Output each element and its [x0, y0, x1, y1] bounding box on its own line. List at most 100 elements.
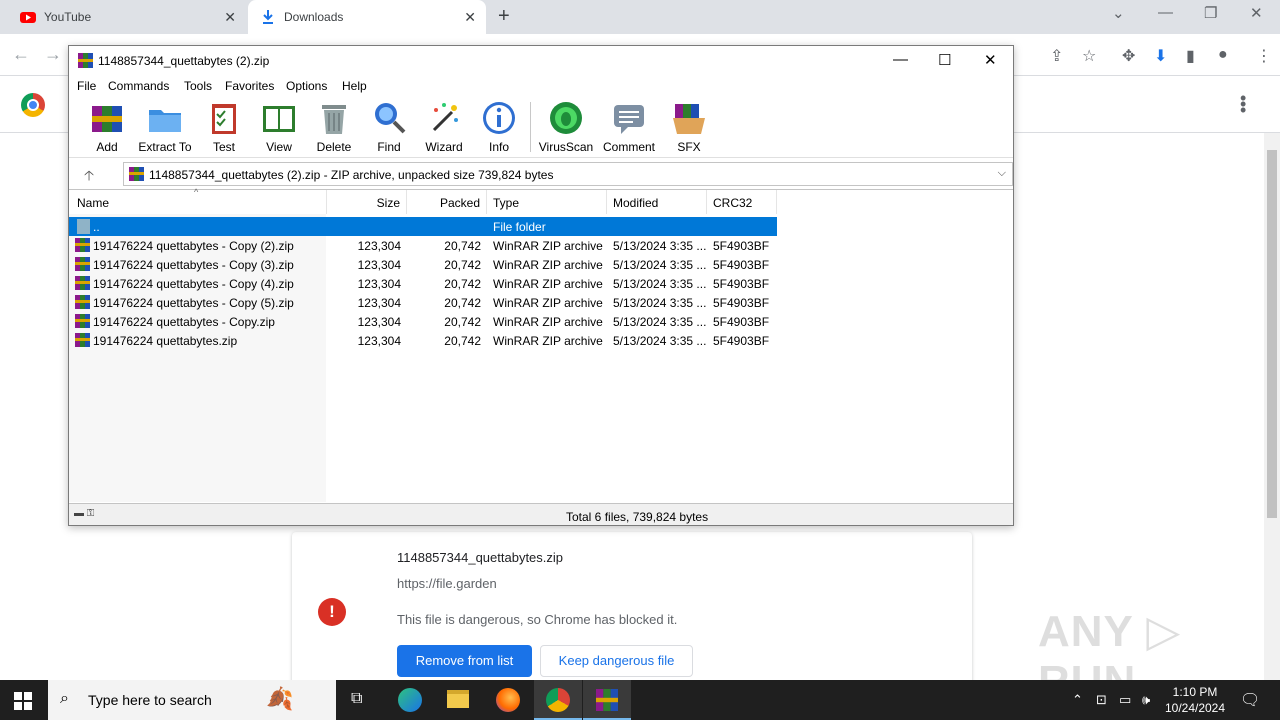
- sfx-box-icon: [673, 104, 705, 134]
- taskbar-search-box[interactable]: ⌕ Type here to search 🍂: [48, 680, 336, 720]
- wizard-button[interactable]: Wizard: [414, 100, 474, 154]
- find-button[interactable]: Find: [359, 100, 419, 154]
- menu-tools[interactable]: Tools: [184, 79, 212, 93]
- menu-commands[interactable]: Commands: [108, 79, 169, 93]
- row-packed: 20,742: [444, 315, 481, 329]
- volume-icon[interactable]: 🕪: [1142, 692, 1150, 708]
- notifications-icon[interactable]: 🗨: [1240, 690, 1260, 710]
- extract-to-button[interactable]: Extract To: [135, 100, 195, 154]
- tab-youtube[interactable]: YouTube ✕: [8, 0, 246, 34]
- table-row[interactable]: 191476224 quettabytes - Copy.zip 123,304…: [69, 312, 777, 331]
- close-icon[interactable]: ✕: [984, 51, 997, 69]
- row-type: WinRAR ZIP archive: [493, 334, 603, 348]
- tab-downloads[interactable]: Downloads ✕: [248, 0, 486, 34]
- column-header-size[interactable]: Size: [327, 190, 407, 214]
- menu-icon[interactable]: ⋮: [1256, 46, 1272, 66]
- column-header-name[interactable]: Name ^: [69, 187, 327, 214]
- close-tab-icon[interactable]: ✕: [464, 9, 476, 26]
- table-row[interactable]: 191476224 quettabytes - Copy (2).zip 123…: [69, 236, 777, 255]
- download-filename[interactable]: 1148857344_quettabytes.zip: [397, 550, 563, 565]
- status-bar: ▬ ⚿ Total 6 files, 739,824 bytes: [69, 503, 1013, 525]
- row-type: WinRAR ZIP archive: [493, 258, 603, 272]
- network-icon[interactable]: ▭: [1119, 692, 1131, 708]
- row-type: WinRAR ZIP archive: [493, 296, 603, 310]
- new-tab-button[interactable]: +: [498, 5, 510, 28]
- task-view-button[interactable]: ⧉: [336, 680, 384, 720]
- toolbar-separator: [530, 102, 531, 152]
- row-type: WinRAR ZIP archive: [493, 315, 603, 329]
- maximize-icon[interactable]: ☐: [938, 51, 951, 69]
- firefox-taskbar-button[interactable]: [484, 680, 532, 720]
- tool-label: Wizard: [425, 140, 463, 154]
- share-icon[interactable]: ⇪: [1050, 46, 1063, 66]
- row-modified: 5/13/2024 3:35 ...: [613, 334, 707, 348]
- table-row[interactable]: 191476224 quettabytes - Copy (5).zip 123…: [69, 293, 777, 312]
- row-crc: 5F4903BF: [713, 296, 770, 310]
- menu-favorites[interactable]: Favorites: [225, 79, 274, 93]
- view-button[interactable]: View: [249, 100, 309, 154]
- back-icon[interactable]: ←: [12, 44, 30, 65]
- chevron-down-icon[interactable]: ⌵: [998, 167, 1006, 180]
- chrome-taskbar-button[interactable]: [534, 680, 582, 720]
- row-modified: 5/13/2024 3:35 ...: [613, 296, 707, 310]
- delete-button[interactable]: Delete: [304, 100, 364, 154]
- menu-options[interactable]: Options: [286, 79, 327, 93]
- sfx-button[interactable]: SFX: [659, 100, 719, 154]
- virusscan-button[interactable]: VirusScan: [536, 100, 596, 154]
- downloads-icon[interactable]: ⬇: [1154, 46, 1167, 66]
- row-modified: 5/13/2024 3:35 ...: [613, 315, 707, 329]
- table-row[interactable]: 191476224 quettabytes.zip 123,304 20,742…: [69, 331, 777, 350]
- download-url[interactable]: https://file.garden: [397, 576, 497, 591]
- row-modified: 5/13/2024 3:35 ...: [613, 258, 707, 272]
- profile-icon[interactable]: ●: [1218, 46, 1228, 64]
- forward-icon[interactable]: →: [44, 44, 62, 65]
- archive-path-field[interactable]: 1148857344_quettabytes (2).zip - ZIP arc…: [123, 162, 1013, 186]
- scrollbar-thumb[interactable]: [1267, 150, 1277, 518]
- row-name: 191476224 quettabytes - Copy.zip: [93, 315, 275, 329]
- close-tab-icon[interactable]: ✕: [224, 9, 236, 26]
- clock[interactable]: 1:10 PM 10/24/2024: [1160, 684, 1230, 716]
- menu-help[interactable]: Help: [342, 79, 367, 93]
- keep-dangerous-file-button[interactable]: Keep dangerous file: [540, 645, 693, 677]
- task-view-icon: ⧉: [351, 690, 363, 707]
- meet-now-icon[interactable]: ⊡: [1096, 692, 1107, 708]
- tool-label: View: [266, 140, 292, 154]
- side-panel-icon[interactable]: ▮: [1186, 46, 1195, 66]
- up-folder-icon[interactable]: 🡡: [84, 165, 94, 189]
- add-button[interactable]: Add: [77, 100, 137, 154]
- table-row[interactable]: 191476224 quettabytes - Copy (4).zip 123…: [69, 274, 777, 293]
- table-row-parent-folder[interactable]: .. File folder: [69, 217, 777, 236]
- extensions-icon[interactable]: ✥: [1122, 46, 1135, 66]
- bookmark-star-icon[interactable]: ☆: [1082, 46, 1096, 66]
- windows-start-icon[interactable]: [14, 692, 32, 710]
- comment-button[interactable]: Comment: [599, 100, 659, 154]
- info-button[interactable]: Info: [469, 100, 529, 154]
- chrome-icon: [546, 688, 570, 712]
- row-type: File folder: [493, 220, 546, 234]
- column-header-type[interactable]: Type: [487, 190, 607, 214]
- row-size: 123,304: [357, 315, 401, 329]
- minimize-icon[interactable]: —: [1158, 4, 1173, 21]
- winrar-taskbar-button[interactable]: [583, 680, 631, 720]
- magic-wand-icon: [432, 103, 458, 132]
- column-header-packed[interactable]: Packed: [407, 190, 487, 214]
- column-header-crc32[interactable]: CRC32: [707, 190, 777, 214]
- test-button[interactable]: Test: [194, 100, 254, 154]
- close-window-icon[interactable]: ✕: [1250, 4, 1263, 22]
- tab-search-icon[interactable]: ⌄: [1112, 4, 1125, 22]
- winrar-title-bar[interactable]: 1148857344_quettabytes (2).zip — ☐ ✕: [69, 46, 1013, 76]
- download-icon: [263, 10, 273, 24]
- file-list: Name ^ Size Packed Type Modified CRC32 .…: [69, 187, 1013, 502]
- table-row[interactable]: 191476224 quettabytes - Copy (3).zip 123…: [69, 255, 777, 274]
- more-options-icon[interactable]: • • •: [1240, 89, 1246, 119]
- remove-from-list-button[interactable]: Remove from list: [397, 645, 532, 677]
- edge-taskbar-button[interactable]: [386, 680, 434, 720]
- file-explorer-taskbar-button[interactable]: [434, 680, 482, 720]
- column-header-modified[interactable]: Modified: [607, 190, 707, 214]
- minimize-icon[interactable]: —: [893, 51, 908, 68]
- restore-icon[interactable]: ❐: [1204, 4, 1217, 22]
- show-hidden-icons-icon[interactable]: ⌃: [1072, 692, 1083, 708]
- row-name: 191476224 quettabytes - Copy (4).zip: [93, 277, 294, 291]
- zip-file-icon: [75, 295, 90, 309]
- menu-file[interactable]: File: [77, 79, 96, 93]
